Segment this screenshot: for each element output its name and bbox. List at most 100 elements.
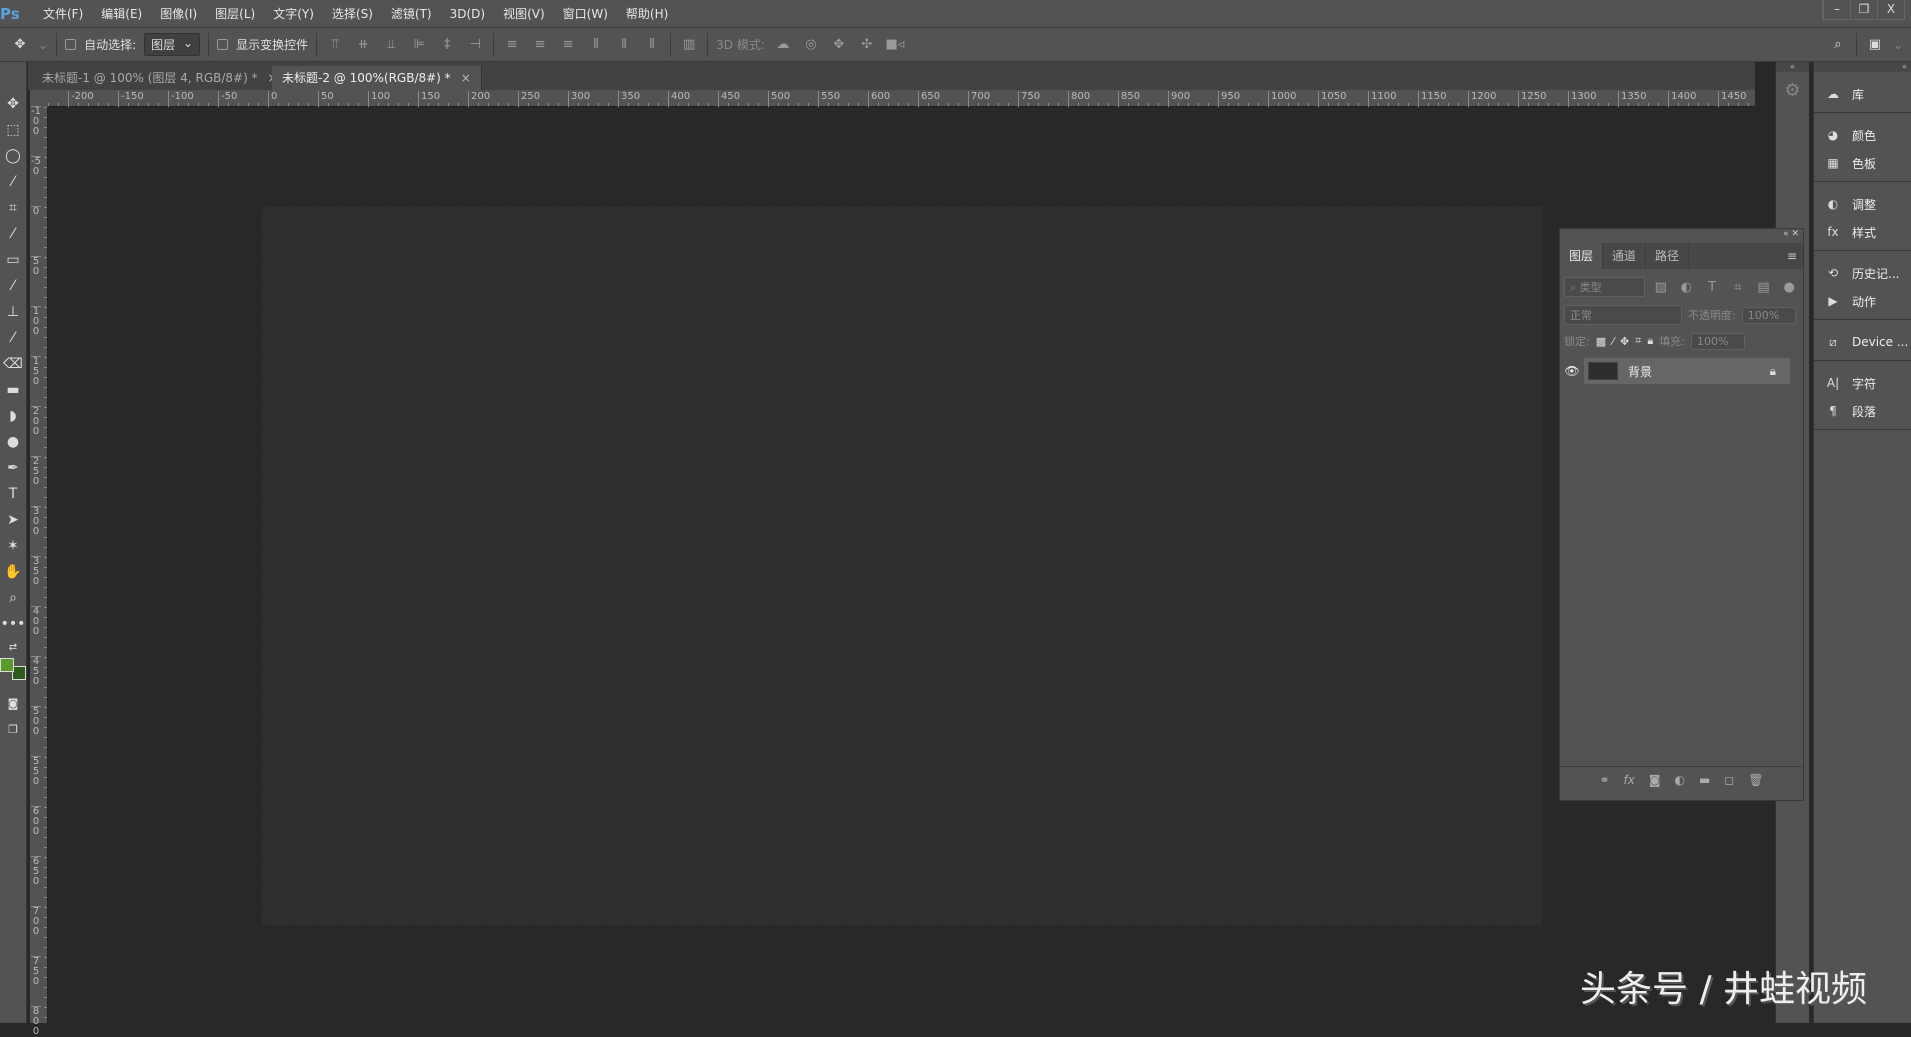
distribute-left-icon[interactable]: ⦀ xyxy=(586,37,606,52)
minimize-button[interactable]: – xyxy=(1823,0,1850,19)
ruler-origin[interactable] xyxy=(30,90,48,107)
gradient-tool-icon[interactable]: ▬ xyxy=(0,380,26,400)
close-button[interactable]: X xyxy=(1877,0,1904,19)
menu-type[interactable]: 文字(Y) xyxy=(264,5,323,22)
panel-item-actions[interactable]: ▶ 动作 xyxy=(1814,287,1911,315)
auto-select-checkbox[interactable] xyxy=(65,39,77,50)
distribute-right-icon[interactable]: ⦀ xyxy=(642,37,662,52)
show-transform-checkbox[interactable] xyxy=(217,39,229,50)
collapse-icon[interactable]: « xyxy=(1783,229,1789,239)
panel-item-character[interactable]: A| 字符 xyxy=(1814,369,1911,397)
distribute-hcenter-icon[interactable]: ⦀ xyxy=(614,37,634,52)
crop-tool-icon[interactable]: ⌗ xyxy=(0,198,26,218)
align-right-icon[interactable]: ⊣ xyxy=(465,37,485,52)
menu-select[interactable]: 选择(S) xyxy=(323,5,382,22)
filter-smart-object-icon[interactable]: ▤ xyxy=(1754,280,1774,295)
filter-pixel-icon[interactable]: ▨ xyxy=(1651,280,1671,295)
add-mask-icon[interactable]: ◙ xyxy=(1649,773,1661,787)
chevron-down-icon[interactable]: ⌄ xyxy=(38,38,48,52)
menu-filter[interactable]: 滤镜(T) xyxy=(382,5,441,22)
swap-colors-icon[interactable]: ⇄ xyxy=(0,638,26,658)
eyedropper-icon[interactable]: ⁄ xyxy=(0,224,26,244)
document-canvas[interactable] xyxy=(262,206,1542,925)
properties-icon[interactable]: ⚙ xyxy=(1776,80,1809,101)
lock-transparent-icon[interactable]: ▩ xyxy=(1596,335,1606,348)
workspace-icon[interactable]: ▣ xyxy=(1865,37,1885,52)
filter-type-dropdown[interactable]: ⌕ 类型 xyxy=(1564,277,1645,297)
quick-mask-icon[interactable]: ◙ xyxy=(0,694,26,714)
healing-brush-icon[interactable]: ▭ xyxy=(0,250,26,270)
align-vcenter-icon[interactable]: ⧺ xyxy=(353,37,373,52)
filter-adjustment-icon[interactable]: ◐ xyxy=(1677,280,1697,295)
move-tool-icon[interactable]: ✥ xyxy=(0,94,26,114)
filter-toggle[interactable]: ● xyxy=(1779,280,1799,295)
3d-orbit-icon[interactable]: ☁ xyxy=(773,37,793,52)
tab-untitled-1[interactable]: 未标题-1 @ 100% (图层 4, RGB/8#) *× xyxy=(32,66,289,90)
3d-slide-icon[interactable]: ✣ xyxy=(857,37,877,52)
tab-paths[interactable]: 路径 xyxy=(1646,243,1690,269)
collapse-icon[interactable]: « xyxy=(1814,62,1911,72)
blend-mode-dropdown[interactable]: 正常 xyxy=(1564,305,1682,325)
brush-tool-icon[interactable]: ⁄ xyxy=(0,276,26,296)
layer-row[interactable]: 👁︎ 背景 🔒︎ xyxy=(1560,358,1790,384)
panel-item-device-preview[interactable]: ⧄ Device ... xyxy=(1814,328,1911,356)
menu-layer[interactable]: 图层(L) xyxy=(206,5,264,22)
new-group-icon[interactable]: ▬ xyxy=(1699,773,1710,787)
distribute-bottom-icon[interactable]: ≡ xyxy=(558,37,578,52)
panel-item-color[interactable]: ◕ 颜色 xyxy=(1814,121,1911,149)
foreground-color-swatch[interactable] xyxy=(0,658,14,672)
stamp-tool-icon[interactable]: ⊥ xyxy=(0,302,26,322)
panel-item-history[interactable]: ⟲ 历史记... xyxy=(1814,259,1911,287)
align-left-icon[interactable]: ⊫ xyxy=(409,37,429,52)
link-layers-icon[interactable]: ⚭ xyxy=(1599,773,1609,787)
dodge-tool-icon[interactable]: ● xyxy=(0,432,26,452)
menu-3d[interactable]: 3D(D) xyxy=(441,7,494,21)
auto-align-icon[interactable]: ▥ xyxy=(679,37,699,52)
menu-help[interactable]: 帮助(H) xyxy=(617,5,677,22)
blur-tool-icon[interactable]: ◗ xyxy=(0,406,26,426)
menu-image[interactable]: 图像(I) xyxy=(151,5,206,22)
path-selection-icon[interactable]: ➤ xyxy=(0,510,26,530)
eraser-icon[interactable]: ⌫ xyxy=(0,354,26,374)
menu-file[interactable]: 文件(F) xyxy=(34,5,92,22)
history-brush-icon[interactable]: ⁄ xyxy=(0,328,26,348)
lock-position-icon[interactable]: ✥ xyxy=(1620,335,1629,348)
type-tool-icon[interactable]: T xyxy=(0,484,26,504)
panel-item-paragraph[interactable]: ¶ 段落 xyxy=(1814,397,1911,425)
pen-tool-icon[interactable]: ✒ xyxy=(0,458,26,478)
distribute-top-icon[interactable]: ≡ xyxy=(502,37,522,52)
new-adjustment-icon[interactable]: ◐ xyxy=(1675,773,1685,787)
panel-item-adjustments[interactable]: ◐ 调整 xyxy=(1814,190,1911,218)
filter-type-icon[interactable]: T xyxy=(1702,280,1722,295)
align-top-icon[interactable]: ⫪ xyxy=(325,37,345,52)
tab-untitled-2[interactable]: 未标题-2 @ 100%(RGB/8#) * × xyxy=(272,66,482,90)
new-layer-icon[interactable]: ◻ xyxy=(1724,773,1734,787)
panel-item-swatches[interactable]: ▦ 色板 xyxy=(1814,149,1911,177)
distribute-vcenter-icon[interactable]: ≡ xyxy=(530,37,550,52)
align-hcenter-icon[interactable]: ‡ xyxy=(437,37,457,52)
move-tool-icon[interactable]: ✥ xyxy=(10,37,30,52)
filter-shape-icon[interactable]: ⌗ xyxy=(1728,280,1748,295)
zoom-tool-icon[interactable]: ⌕ xyxy=(0,588,26,608)
lasso-tool-icon[interactable]: ◯ xyxy=(0,146,26,166)
panel-item-cc-libraries[interactable]: ☁ 库 xyxy=(1814,80,1911,108)
fx-icon[interactable]: fx xyxy=(1624,773,1635,787)
lock-artboard-icon[interactable]: ⌗ xyxy=(1635,334,1641,348)
fill-input[interactable]: 100% xyxy=(1690,332,1745,350)
close-icon[interactable]: ✕ xyxy=(1791,229,1799,239)
delete-layer-icon[interactable]: 🗑︎ xyxy=(1748,773,1763,787)
menu-view[interactable]: 视图(V) xyxy=(494,5,554,22)
lock-pixels-icon[interactable]: ⁄ xyxy=(1612,335,1614,348)
hand-tool-icon[interactable]: ✋ xyxy=(0,562,26,582)
vertical-ruler[interactable]: -100 -50 0 50 100 150 200 250 300 350 400 450 500 550… xyxy=(30,106,48,1037)
lock-all-icon[interactable]: 🔒︎ xyxy=(1647,334,1653,348)
panel-menu-icon[interactable]: ≡ xyxy=(1787,243,1803,269)
search-icon[interactable]: ⌕ xyxy=(1828,37,1848,52)
menu-edit[interactable]: 编辑(E) xyxy=(92,5,151,22)
opacity-input[interactable]: 100% xyxy=(1741,306,1796,324)
close-icon[interactable]: × xyxy=(461,71,471,85)
auto-select-dropdown[interactable]: 图层 ⌄ xyxy=(144,33,201,56)
3d-pan-icon[interactable]: ✥ xyxy=(829,37,849,52)
background-color-swatch[interactable] xyxy=(12,666,26,680)
tab-layers[interactable]: 图层 xyxy=(1560,243,1604,269)
